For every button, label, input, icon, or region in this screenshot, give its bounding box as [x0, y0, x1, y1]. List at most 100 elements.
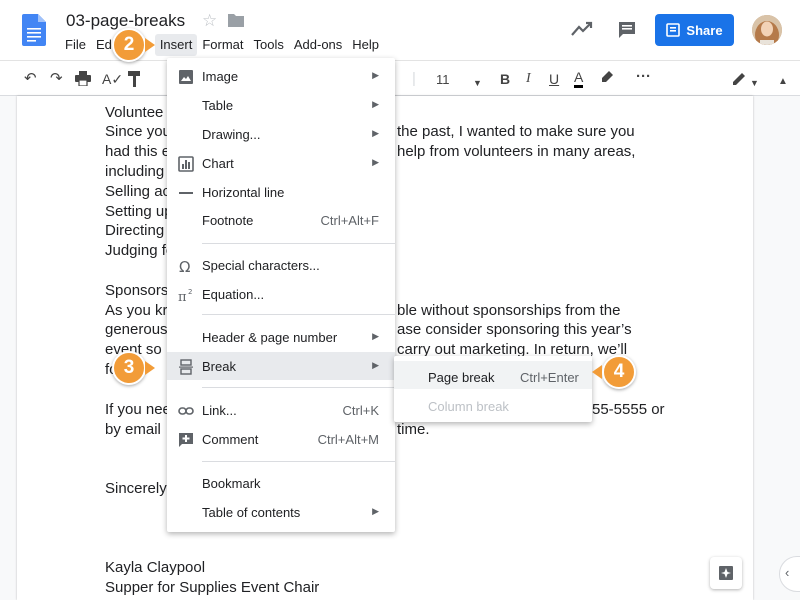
underline-icon[interactable]: U — [549, 70, 559, 88]
redo-icon[interactable]: ↷ — [50, 70, 63, 88]
menu-item-drawing[interactable]: Drawing... ▶ — [167, 120, 395, 148]
comment-history-icon[interactable] — [617, 20, 637, 40]
menu-item-bookmark[interactable]: Bookmark — [167, 469, 395, 497]
document-line: generous — [105, 321, 168, 338]
image-icon — [178, 69, 194, 85]
document-line: Since you — [105, 123, 171, 140]
menu-item-break[interactable]: Break ▶ — [167, 352, 395, 380]
menu-item-label: Chart — [202, 156, 234, 171]
user-photo-icon — [752, 15, 782, 45]
undo-icon[interactable]: ↶ — [24, 70, 37, 88]
explore-icon — [719, 566, 733, 580]
menu-item-label: Horizontal line — [202, 185, 285, 200]
chevron-down-icon[interactable]: ▼ — [473, 74, 482, 92]
paint-format-icon[interactable] — [128, 71, 142, 87]
document-line-fragment: ble without sponsorships from the — [397, 302, 621, 319]
menu-tools[interactable]: Tools — [249, 34, 289, 56]
text-color-icon[interactable]: A — [574, 70, 584, 88]
menu-item-horizontal-line[interactable]: Horizontal line — [167, 178, 395, 206]
menu-item-table[interactable]: Table ▶ — [167, 91, 395, 119]
share-button[interactable]: Share — [655, 14, 734, 46]
document-line: Directing — [105, 222, 165, 239]
menu-bar: File Ed View Insert Format Tools Add-ons… — [60, 34, 384, 56]
break-submenu: Page break Ctrl+Enter Column break — [394, 356, 592, 422]
menu-item-label: Link... — [202, 403, 237, 418]
menu-item-image[interactable]: Image ▶ — [167, 62, 395, 90]
menu-item-label: Bookmark — [202, 476, 261, 491]
document-line: Selling ac — [105, 183, 171, 200]
callout-step-2: 2 — [112, 28, 146, 62]
menu-item-table-of-contents[interactable]: Table of contents ▶ — [167, 498, 395, 526]
document-line: Sponsors — [105, 282, 169, 299]
menu-help[interactable]: Help — [347, 34, 384, 56]
submenu-arrow-icon: ▶ — [372, 99, 379, 109]
editing-mode-pencil-icon[interactable] — [731, 71, 747, 87]
menu-item-chart[interactable]: Chart ▶ — [167, 149, 395, 177]
menu-addons[interactable]: Add-ons — [289, 34, 347, 56]
menu-item-special-characters[interactable]: Ω Special characters... — [167, 251, 395, 279]
document-line: Supper for Supplies Event Chair — [105, 579, 320, 596]
menu-separator — [202, 461, 395, 462]
editing-mode-chevron-icon[interactable]: ▼ — [750, 74, 759, 92]
submenu-item-label: Page break — [428, 370, 495, 385]
font-size-select[interactable]: 11 — [436, 71, 450, 89]
chevron-left-icon: ‹ — [785, 565, 790, 580]
menu-item-label: Break — [202, 359, 236, 374]
add-comment-icon — [178, 432, 194, 448]
document-line-fragment: the past, I wanted to make sure you — [397, 123, 635, 140]
menu-item-label: Special characters... — [202, 258, 320, 273]
document-line: Setting up — [105, 203, 173, 220]
collapse-toolbar-icon[interactable]: ▲ — [778, 73, 788, 91]
submenu-arrow-icon: ▶ — [372, 506, 379, 516]
menu-item-link[interactable]: Link... Ctrl+K — [167, 396, 395, 424]
document-line: If you nee — [105, 401, 171, 418]
callout-step-4: 4 — [602, 355, 636, 389]
submenu-arrow-icon: ▶ — [372, 70, 379, 80]
menu-insert[interactable]: Insert — [154, 34, 198, 56]
document-line: Sincerely, — [105, 480, 170, 497]
menu-item-label: Equation... — [202, 287, 265, 302]
toolbar-divider: | — [412, 70, 416, 87]
menu-item-shortcut: Ctrl+Alt+M — [317, 432, 379, 447]
italic-icon[interactable]: I — [526, 70, 531, 88]
chart-icon — [178, 156, 194, 172]
share-label: Share — [686, 22, 723, 38]
menu-item-label: Footnote — [202, 213, 254, 228]
menu-item-footnote[interactable]: Footnote Ctrl+Alt+F — [167, 206, 395, 234]
folder-icon[interactable] — [228, 13, 244, 27]
spellcheck-icon[interactable]: A✓ — [102, 70, 123, 88]
docs-logo-icon[interactable] — [22, 14, 46, 46]
submenu-item-label: Column break — [428, 399, 509, 414]
menu-item-label: Header & page number — [202, 330, 338, 345]
submenu-item-page-break[interactable]: Page break Ctrl+Enter — [394, 361, 592, 389]
insert-menu: Image ▶ Table ▶ Drawing... ▶ Chart ▶ Horizontal … — [167, 58, 395, 532]
menu-item-comment[interactable]: Comment Ctrl+Alt+M — [167, 425, 395, 453]
menu-item-label: Drawing... — [202, 127, 261, 142]
avatar[interactable] — [752, 15, 782, 45]
document-line: Kayla Claypool — [105, 559, 206, 576]
omega-icon: Ω — [178, 258, 194, 276]
activity-trend-icon[interactable] — [571, 20, 593, 38]
callout-step-3: 3 — [112, 351, 146, 385]
print-icon[interactable] — [75, 71, 91, 86]
callout-pointer — [145, 361, 155, 375]
break-icon — [178, 359, 194, 375]
document-line: had this e — [105, 143, 171, 160]
bold-icon[interactable]: B — [500, 70, 510, 88]
document-line-fragment: time. — [397, 421, 430, 438]
document-line: including — [105, 163, 165, 180]
submenu-arrow-icon: ▶ — [372, 128, 379, 138]
highlight-color-icon[interactable] — [600, 70, 614, 86]
svg-text:Ω: Ω — [179, 258, 190, 274]
more-options-icon[interactable]: ··· — [636, 68, 651, 86]
menu-file[interactable]: File — [60, 34, 91, 56]
explore-button[interactable] — [710, 557, 742, 589]
menu-item-equation[interactable]: π 2 Equation... — [167, 280, 395, 308]
menu-item-header-page-number[interactable]: Header & page number ▶ — [167, 323, 395, 351]
submenu-item-column-break: Column break — [394, 390, 592, 418]
side-panel-toggle[interactable]: ‹ — [779, 556, 800, 592]
menu-format[interactable]: Format — [197, 34, 248, 56]
star-icon[interactable]: ☆ — [202, 11, 217, 31]
link-icon — [178, 403, 194, 419]
document-line-fragment: help from volunteers in many areas, — [397, 143, 636, 160]
